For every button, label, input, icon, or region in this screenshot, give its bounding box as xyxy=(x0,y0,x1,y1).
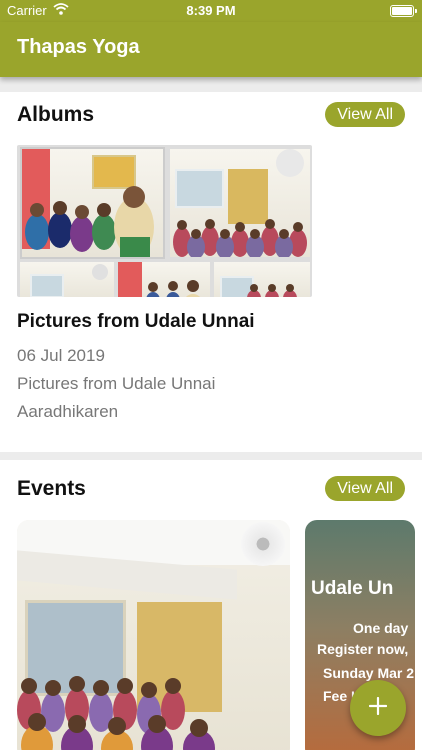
app-title: Thapas Yoga xyxy=(17,36,140,58)
poster-line: Register now, xyxy=(317,641,409,657)
album-author: Aaradhikaren xyxy=(17,402,119,421)
events-view-all-button[interactable]: View All xyxy=(325,476,405,501)
battery-icon xyxy=(390,5,417,17)
events-title: Events xyxy=(17,477,86,500)
plus-icon xyxy=(368,696,388,720)
album-cover-collage[interactable] xyxy=(17,145,312,297)
albums-view-all-button[interactable]: View All xyxy=(325,102,405,127)
poster-title: Udale Un xyxy=(311,578,394,599)
album-photo xyxy=(214,262,310,297)
album-photo xyxy=(20,262,114,297)
status-time: 8:39 PM xyxy=(186,3,236,18)
event-card-photo[interactable] xyxy=(17,520,290,750)
add-button[interactable] xyxy=(350,680,406,736)
album-photo xyxy=(20,147,165,259)
album-title[interactable]: Pictures from Udale Unnai xyxy=(17,311,255,333)
album-photo xyxy=(170,149,310,257)
albums-section: Albums View All Pictures from Udale Unna… xyxy=(0,92,422,452)
status-bar: Carrier 8:39 PM xyxy=(0,0,422,22)
albums-title: Albums xyxy=(17,103,95,126)
album-date: 06 Jul 2019 xyxy=(17,346,105,365)
poster-line: One day xyxy=(353,620,409,636)
album-description: Pictures from Udale Unnai xyxy=(17,374,216,393)
app-bar: Thapas Yoga xyxy=(0,22,422,77)
ceiling-fan-image xyxy=(241,522,285,566)
poster-line: Sunday Mar 2 xyxy=(323,665,415,681)
album-photo xyxy=(118,262,210,297)
